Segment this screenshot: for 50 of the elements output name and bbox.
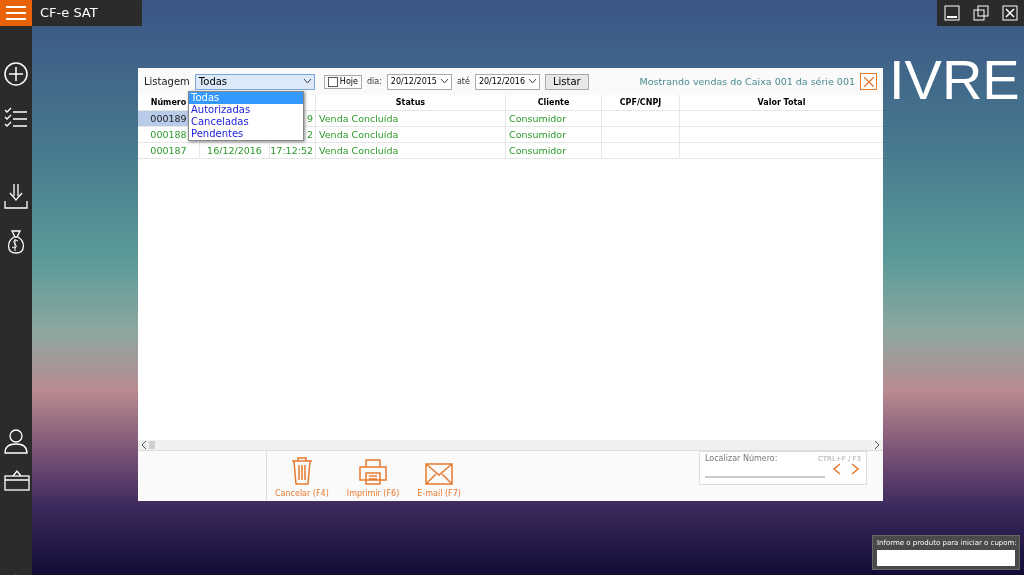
table-cell: Venda Concluída — [316, 127, 506, 142]
app-title: CF-e SAT — [32, 0, 142, 26]
cash-register-icon[interactable] — [4, 469, 30, 491]
table-cell: Consumidor — [506, 127, 602, 142]
table-cell: Consumidor — [506, 111, 602, 126]
table-cell: 16/12/2016 — [207, 145, 262, 156]
column-header[interactable]: Status — [316, 95, 506, 110]
scroll-right-icon[interactable] — [874, 441, 880, 449]
chevron-down-icon — [529, 79, 536, 84]
download-tray-icon[interactable] — [4, 183, 28, 209]
printer-icon — [359, 459, 388, 485]
horizontal-scrollbar[interactable] — [138, 440, 883, 450]
today-checkbox[interactable]: Hoje — [323, 74, 362, 89]
chevron-down-icon — [440, 79, 448, 84]
table-cell: 2 — [306, 129, 313, 140]
scrollbar-thumb[interactable] — [149, 441, 155, 449]
envelope-icon — [425, 463, 454, 485]
table-cell: Venda Concluída — [316, 111, 506, 126]
trash-icon — [290, 457, 313, 485]
to-date-picker[interactable]: 20/12/2016 — [474, 73, 540, 90]
table-cell: 9 — [306, 113, 313, 124]
table-cell: Venda Concluída — [316, 143, 506, 158]
checklist-icon[interactable] — [4, 106, 28, 130]
list-button[interactable]: Listar — [545, 73, 589, 90]
column-header[interactable]: Valor Total — [680, 95, 883, 110]
previous-button[interactable] — [831, 463, 843, 478]
column-header[interactable]: CPF/CNPJ — [602, 95, 680, 110]
background-title: IVRE — [889, 48, 1020, 112]
next-button[interactable] — [849, 463, 861, 478]
product-input[interactable] — [877, 549, 1015, 566]
filter-dropdown[interactable]: Todas — [194, 73, 315, 90]
table-cell: 17:12:52 — [270, 145, 313, 156]
column-header[interactable]: Cliente — [506, 95, 602, 110]
from-date-picker[interactable]: 20/12/2015 — [386, 73, 452, 90]
user-icon[interactable] — [4, 428, 28, 454]
table-cell: Consumidor — [506, 143, 602, 158]
chevron-down-icon — [303, 79, 311, 84]
filter-label: Listagem — [144, 76, 190, 87]
from-label: dia: — [366, 77, 382, 86]
info-text: Mostrando vendas do Caixa 001 da série 001 — [639, 76, 855, 87]
plus-circle-icon[interactable] — [4, 62, 28, 86]
restore-icon — [972, 5, 989, 21]
to-label: até — [456, 77, 470, 86]
search-label: Localizar Número: — [705, 454, 778, 463]
minimize-icon — [943, 5, 960, 21]
close-icon — [1001, 5, 1018, 21]
menu-button[interactable] — [0, 0, 32, 26]
scroll-left-icon[interactable] — [141, 441, 147, 449]
menu-icon — [6, 5, 26, 21]
table-cell: 000187 — [138, 143, 200, 158]
